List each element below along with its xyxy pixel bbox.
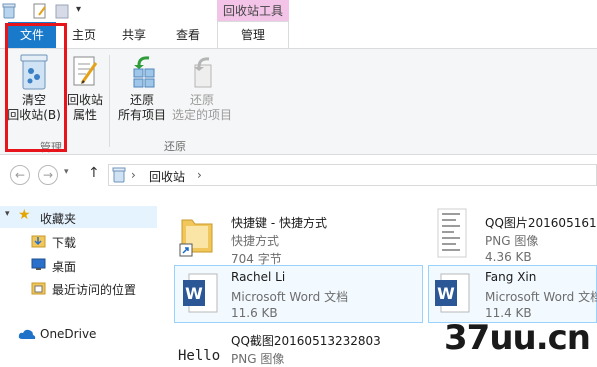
file-name: 快捷键 - 快捷方式	[231, 216, 327, 230]
nav-onedrive[interactable]: OneDrive	[40, 327, 96, 341]
file-item[interactable]: 快捷键 - 快捷方式 快捷方式 704 字节	[170, 202, 425, 266]
tab-manage[interactable]: 管理	[217, 21, 289, 48]
back-arrow-icon[interactable]: ←	[10, 165, 30, 185]
properties-icon	[64, 53, 106, 93]
tab-share[interactable]: 共享	[112, 22, 156, 48]
address-row: ← → ▾ ↑ › 回收站 ›	[0, 160, 597, 190]
context-tab-recycle-tools: 回收站工具	[217, 0, 289, 22]
svg-text:W: W	[437, 284, 455, 303]
file-name: Rachel Li	[231, 270, 286, 284]
star-icon: ★	[18, 207, 31, 223]
tab-home[interactable]: 主页	[64, 22, 104, 48]
restore-all-label-1: 还原	[129, 93, 154, 107]
quick-access-properties-icon[interactable]	[33, 3, 47, 22]
highlight-box	[5, 23, 67, 152]
properties-label-1: 回收站	[66, 93, 103, 107]
word-document-icon: W	[433, 272, 471, 317]
file-item-selected[interactable]: W Rachel Li Microsoft Word 文档 11.6 KB	[174, 265, 423, 323]
file-name: Fang Xin	[485, 270, 537, 284]
watermark-logo: 37uu.cn	[444, 318, 591, 358]
image-file-thumbnail-icon	[436, 208, 470, 261]
file-type: PNG 图像	[231, 352, 285, 366]
title-bar: ▾ 回收站工具	[0, 0, 597, 22]
address-bar[interactable]: › 回收站 ›	[108, 164, 597, 186]
ribbon-tabs: 文件 主页 共享 查看 管理	[0, 21, 597, 49]
ribbon: 清空 回收站(B) 回收站 属性 还原 所有项目 还原 选定的项目 管理 还原	[0, 49, 597, 155]
restore-selected-icon	[170, 53, 234, 93]
file-type: PNG 图像	[485, 234, 539, 248]
recent-locations-chevron-icon[interactable]: ▾	[64, 167, 69, 177]
file-item-selected[interactable]: W Fang Xin Microsoft Word 文档 11.4 KB	[428, 265, 597, 323]
file-type: Microsoft Word 文档	[485, 290, 597, 304]
file-type: Microsoft Word 文档	[231, 290, 349, 304]
group-label-restore: 还原	[164, 140, 186, 153]
navigation-pane: ▾ ★ 收藏夹 下载 桌面 最近访问的位置 OneDrive	[0, 196, 170, 367]
file-name: QQ截图20160513232803	[231, 334, 381, 348]
file-name: QQ图片2016051616	[485, 216, 597, 230]
restore-all-label-2: 所有项目	[117, 108, 166, 122]
file-item[interactable]: Hello QQ截图20160513232803 PNG 图像	[170, 326, 425, 367]
file-item[interactable]: QQ图片2016051616 PNG 图像 4.36 KB	[428, 202, 597, 264]
recycle-bin-icon	[112, 167, 126, 186]
breadcrumb-expand-icon[interactable]: ›	[197, 168, 202, 182]
nav-desktop[interactable]: 桌面	[52, 258, 76, 275]
svg-text:W: W	[185, 284, 203, 303]
nav-recent-places[interactable]: 最近访问的位置	[52, 281, 136, 298]
properties-label-2: 属性	[72, 108, 97, 122]
onedrive-cloud-icon	[18, 328, 36, 343]
restore-selected-button[interactable]: 还原 选定的项目	[170, 53, 234, 123]
ribbon-divider	[109, 55, 110, 147]
tab-view[interactable]: 查看	[166, 22, 210, 48]
quick-access-newfolder-icon[interactable]	[55, 3, 69, 22]
recycle-bin-properties-button[interactable]: 回收站 属性	[64, 53, 106, 123]
restore-selected-label-2: 选定的项目	[171, 108, 232, 122]
restore-selected-label-1: 还原	[189, 93, 214, 107]
up-arrow-icon[interactable]: ↑	[88, 165, 100, 181]
nav-favorites[interactable]: 收藏夹	[40, 210, 76, 227]
breadcrumb-separator-icon: ›	[131, 168, 136, 182]
word-document-icon: W	[181, 272, 219, 317]
download-folder-icon	[31, 233, 46, 251]
image-thumbnail-hello: Hello	[178, 348, 221, 364]
folder-shortcut-icon	[176, 210, 216, 261]
recent-places-icon	[31, 280, 46, 298]
file-size: 11.6 KB	[231, 306, 278, 320]
recycle-bin-icon	[2, 3, 16, 22]
expand-chevron-icon[interactable]: ▾	[5, 209, 10, 219]
file-type: 快捷方式	[231, 234, 280, 248]
restore-all-button[interactable]: 还原 所有项目	[114, 53, 170, 123]
customize-toolbar-icon[interactable]: ▾	[76, 4, 81, 15]
desktop-icon	[31, 257, 46, 274]
restore-all-icon	[114, 53, 170, 93]
breadcrumb-recycle-bin[interactable]: 回收站	[149, 168, 185, 185]
nav-downloads[interactable]: 下载	[52, 234, 76, 251]
file-size: 4.36 KB	[485, 250, 532, 264]
forward-arrow-icon[interactable]: →	[38, 165, 58, 185]
